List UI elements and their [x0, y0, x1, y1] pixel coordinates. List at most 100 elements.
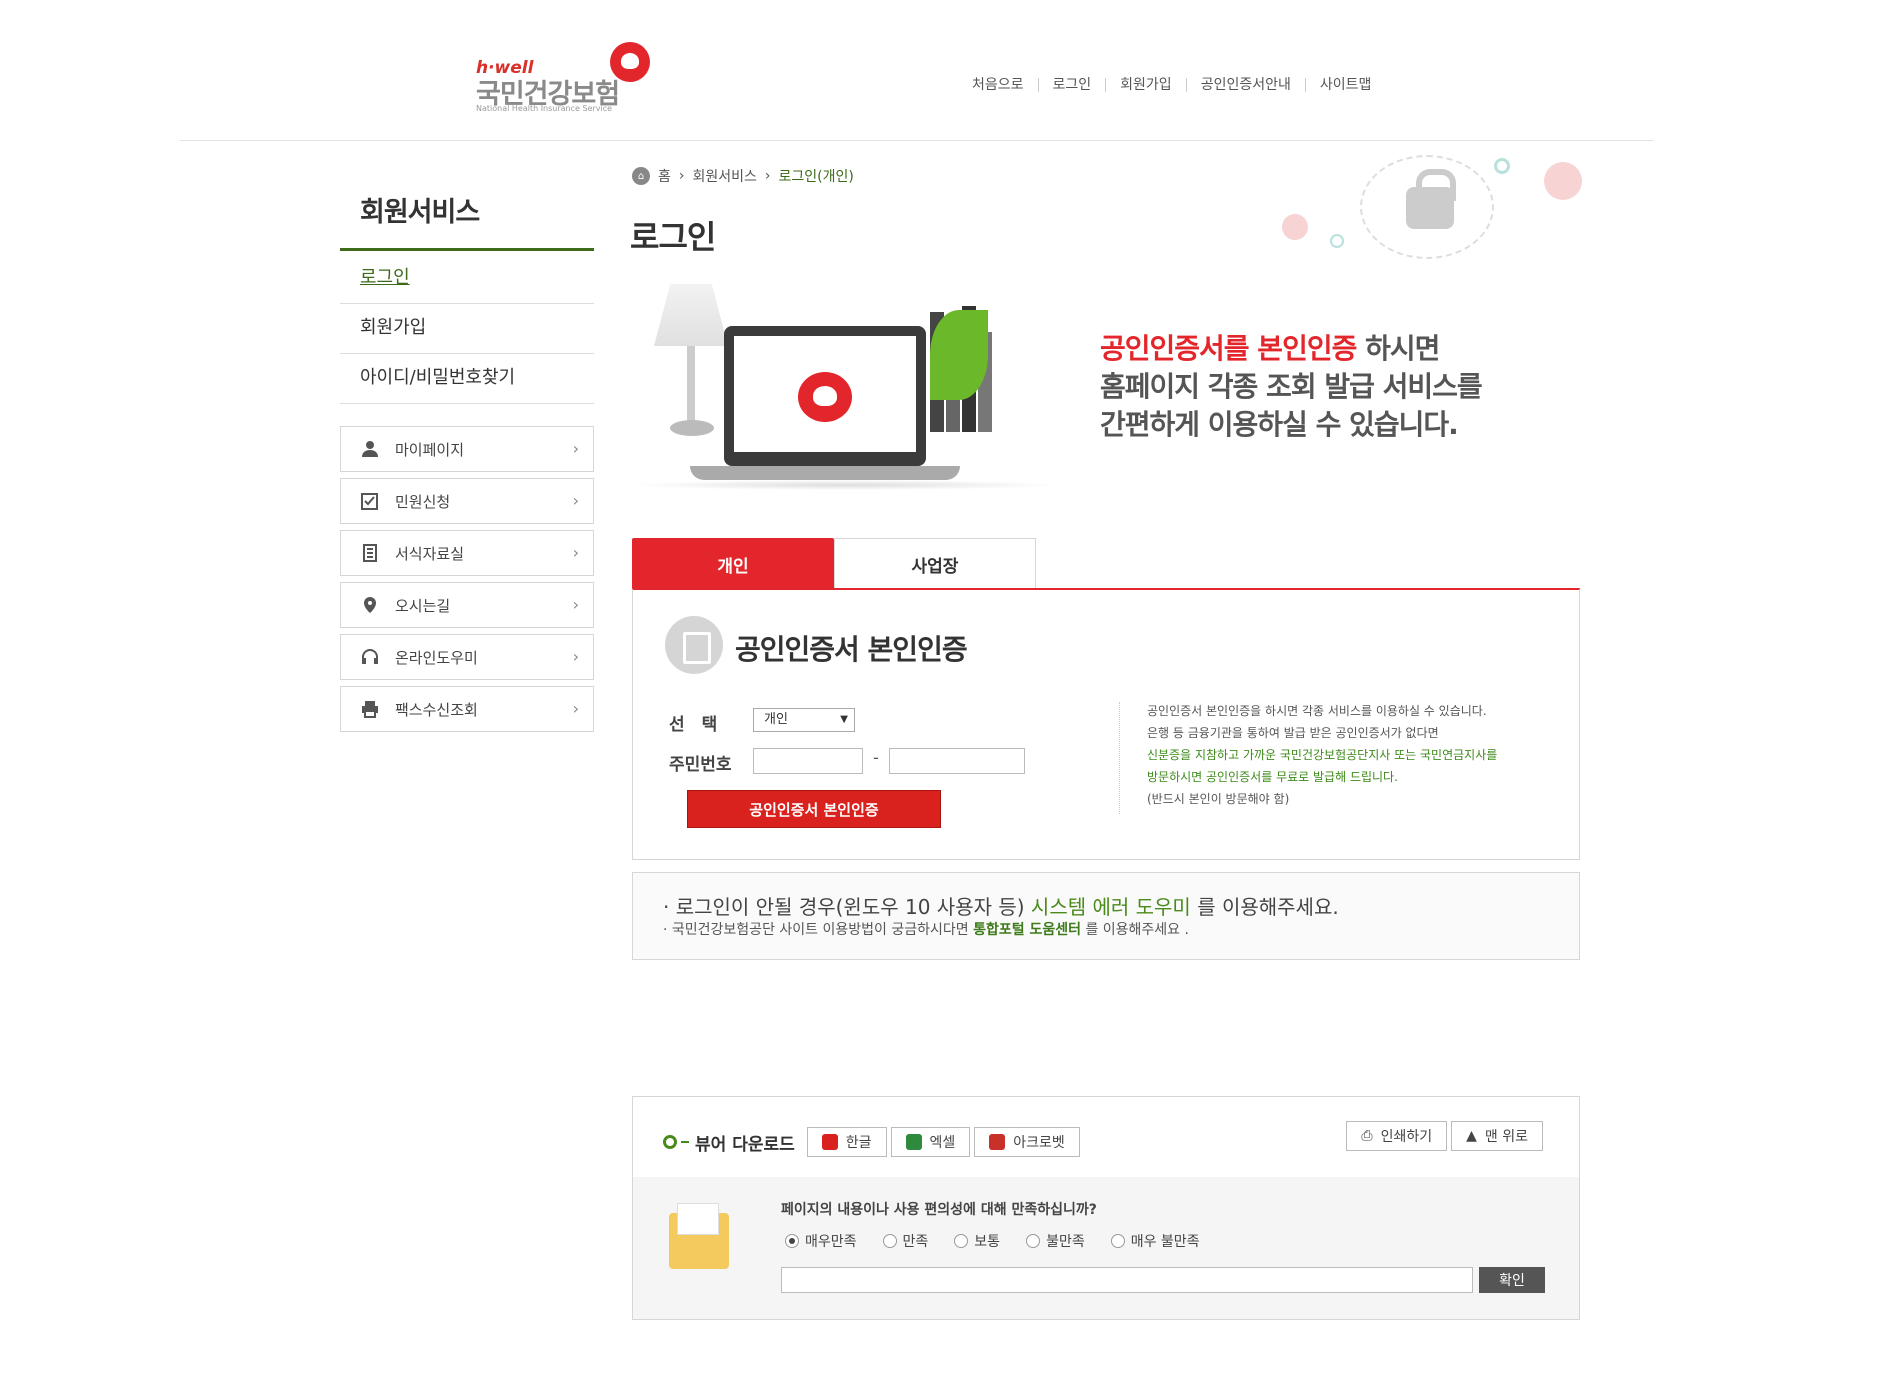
cert-login-panel: 공인인증서 본인인증 선 택 개인 주민번호 - 공인인증서 본인인증 공인인증…: [632, 588, 1580, 860]
survey-option[interactable]: 불만족: [1026, 1231, 1085, 1251]
radio[interactable]: [882, 1234, 897, 1248]
tab-business[interactable]: 사업장: [834, 538, 1036, 590]
quick-forms[interactable]: 서식자료실 ›: [340, 530, 594, 576]
survey-option[interactable]: 매우 불만족: [1110, 1231, 1200, 1251]
survey-submit-button[interactable]: 확인: [1479, 1267, 1545, 1293]
top-navigation: 처음으로 로그인 회원가입 공인인증서안내 사이트맵: [972, 78, 1385, 92]
cert-info-line: 방문하시면 공인인증서를 무료로 발급해 드립니다.: [1147, 770, 1398, 784]
certificate-icon: [665, 616, 723, 674]
cert-auth-button[interactable]: 공인인증서 본인인증: [687, 790, 941, 828]
back-to-top-button[interactable]: ▲ 맨 위로: [1451, 1121, 1543, 1151]
sidebar-item-join[interactable]: 회원가입: [340, 304, 594, 354]
printer-icon: ⎙: [1361, 1128, 1373, 1144]
cert-title: 공인인증서 본인인증: [735, 633, 968, 666]
page-footer-tools: 뷰어 다운로드 한글 엑셀 아크로벳 ⎙ 인쇄하기 ▲ 맨 위로 페이지의 내용이나…: [632, 1096, 1580, 1320]
cert-info-line: 신분증을 지참하고 가까운 국민건강보험공단지사 또는 국민연금지사를: [1147, 748, 1498, 762]
excel-icon: [905, 1134, 922, 1150]
hwp-viewer-button[interactable]: 한글: [806, 1127, 887, 1157]
rrn-dash: -: [873, 748, 879, 767]
checkbox-icon: [359, 491, 381, 511]
quick-mypage[interactable]: 마이페이지 ›: [340, 426, 594, 472]
nav-login-link[interactable]: 로그인: [1037, 78, 1106, 92]
chevron-right-icon: ›: [678, 168, 685, 184]
satisfaction-survey: 페이지의 내용이나 사용 편의성에 대해 만족하십니까? 매우만족 만족 보통 …: [633, 1177, 1579, 1319]
nav-cert-guide-link[interactable]: 공인인증서안내: [1185, 78, 1305, 92]
quick-label: 오시는길: [395, 596, 451, 615]
banner-highlight: 공인인증서를 본인인증: [1100, 332, 1357, 365]
quick-directions[interactable]: 오시는길 ›: [340, 582, 594, 628]
folder-icon: [669, 1203, 729, 1269]
rrn-front-input[interactable]: [753, 748, 863, 774]
cert-info-line: (반드시 본인이 방문해야 함): [1147, 792, 1290, 806]
rrn-back-input[interactable]: [889, 748, 1025, 774]
quick-label: 서식자료실: [395, 544, 465, 563]
survey-question: 페이지의 내용이나 사용 편의성에 대해 만족하십니까?: [781, 1202, 1097, 1218]
quick-online-helper[interactable]: 온라인도우미 ›: [340, 634, 594, 680]
print-button[interactable]: ⎙ 인쇄하기: [1346, 1121, 1448, 1151]
quick-fax-inquiry[interactable]: 팩스수신조회 ›: [340, 686, 594, 732]
nav-sitemap-link[interactable]: 사이트맵: [1304, 78, 1386, 92]
sidebar-item-find-account[interactable]: 아이디/비밀번호찾기: [340, 354, 594, 404]
banner-line1: 하시면: [1356, 332, 1440, 365]
quick-label: 민원신청: [395, 492, 451, 511]
map-pin-icon: [359, 595, 381, 615]
radio[interactable]: [954, 1234, 969, 1248]
quick-civil-request[interactable]: 민원신청 ›: [340, 478, 594, 524]
rrn-label: 주민번호: [669, 755, 732, 775]
caret-up-icon: ▲: [1466, 1128, 1477, 1144]
chevron-right-icon: ›: [572, 595, 579, 614]
divider: [1119, 702, 1120, 814]
laptop-illustration: [630, 280, 1060, 490]
lock-icon: [1360, 155, 1494, 259]
page-title: 로그인: [630, 218, 716, 256]
notice-line-1: · 로그인이 안될 경우(윈도우 10 사용자 등) 시스템 에러 도우미 를 …: [663, 895, 1339, 919]
printer-icon: [359, 699, 381, 719]
chevron-right-icon: ›: [572, 699, 579, 718]
chevron-right-icon: ›: [572, 439, 579, 458]
cert-info-line: 은행 등 금융기관을 통하여 발급 받은 공인인증서가 없다면: [1147, 726, 1439, 740]
excel-viewer-button[interactable]: 엑셀: [890, 1127, 971, 1157]
page-actions: ⎙ 인쇄하기 ▲ 맨 위로: [1346, 1121, 1547, 1151]
quick-label: 팩스수신조회: [395, 700, 478, 719]
user-type-select[interactable]: 개인: [753, 708, 855, 732]
viewer-download: 뷰어 다운로드 한글 엑셀 아크로벳: [663, 1127, 1084, 1157]
header-divider: [180, 140, 1654, 141]
home-icon[interactable]: ⌂: [632, 167, 650, 185]
document-icon: [359, 543, 381, 563]
nav-home-link[interactable]: 처음으로: [972, 78, 1038, 92]
decor-circle: [1330, 234, 1344, 248]
nav-join-link[interactable]: 회원가입: [1105, 78, 1186, 92]
breadcrumb-home[interactable]: 홈: [658, 166, 671, 186]
system-error-helper-link[interactable]: 시스템 에러 도우미: [1031, 895, 1191, 919]
bullet-icon: [663, 1135, 677, 1149]
tab-individual[interactable]: 개인: [632, 538, 834, 590]
chevron-right-icon: ›: [572, 543, 579, 562]
notice-line-2: · 국민건강보험공단 사이트 이용방법이 궁금하시다면 통합포털 도움센터 를 …: [663, 922, 1189, 938]
sidebar-item-login[interactable]: 로그인: [340, 254, 594, 304]
sidebar-title: 회원서비스: [360, 197, 480, 228]
nhis-logo[interactable]: h·well 국민건강보험 National Health Insurance …: [476, 38, 656, 118]
radio[interactable]: [1026, 1234, 1041, 1248]
breadcrumb-current: 로그인(개인): [778, 169, 854, 185]
acrobat-viewer-button[interactable]: 아크로벳: [974, 1127, 1080, 1157]
radio-selected[interactable]: [785, 1234, 799, 1248]
breadcrumb: ⌂ 홈 › 회원서비스 › 로그인(개인): [632, 166, 854, 186]
survey-option[interactable]: 보통: [954, 1231, 1000, 1251]
radio[interactable]: [1110, 1234, 1125, 1248]
breadcrumb-section[interactable]: 회원서비스: [693, 166, 757, 186]
hwp-icon: [821, 1134, 838, 1150]
banner-line3: 간편하게 이용하실 수 있습니다.: [1100, 408, 1459, 441]
decor-circle: [1494, 158, 1510, 174]
survey-options: 매우만족 만족 보통 불만족 매우 불만족: [785, 1231, 1200, 1251]
chevron-right-icon: ›: [764, 168, 771, 184]
help-center-link[interactable]: 통합포털 도움센터: [973, 922, 1081, 938]
sidebar-title-rule: [340, 248, 594, 251]
survey-comment-input[interactable]: [781, 1267, 1473, 1293]
person-icon: [359, 439, 381, 459]
notice-box: · 로그인이 안될 경우(윈도우 10 사용자 등) 시스템 에러 도우미 를 …: [632, 872, 1580, 960]
logo-subtitle: National Health Insurance Service: [476, 104, 613, 113]
decor-circle: [1544, 162, 1582, 200]
survey-option[interactable]: 매우만족: [785, 1231, 857, 1251]
survey-option[interactable]: 만족: [882, 1231, 928, 1251]
cert-info-line: 공인인증서 본인인증을 하시면 각종 서비스를 이용하실 수 있습니다.: [1147, 704, 1487, 718]
